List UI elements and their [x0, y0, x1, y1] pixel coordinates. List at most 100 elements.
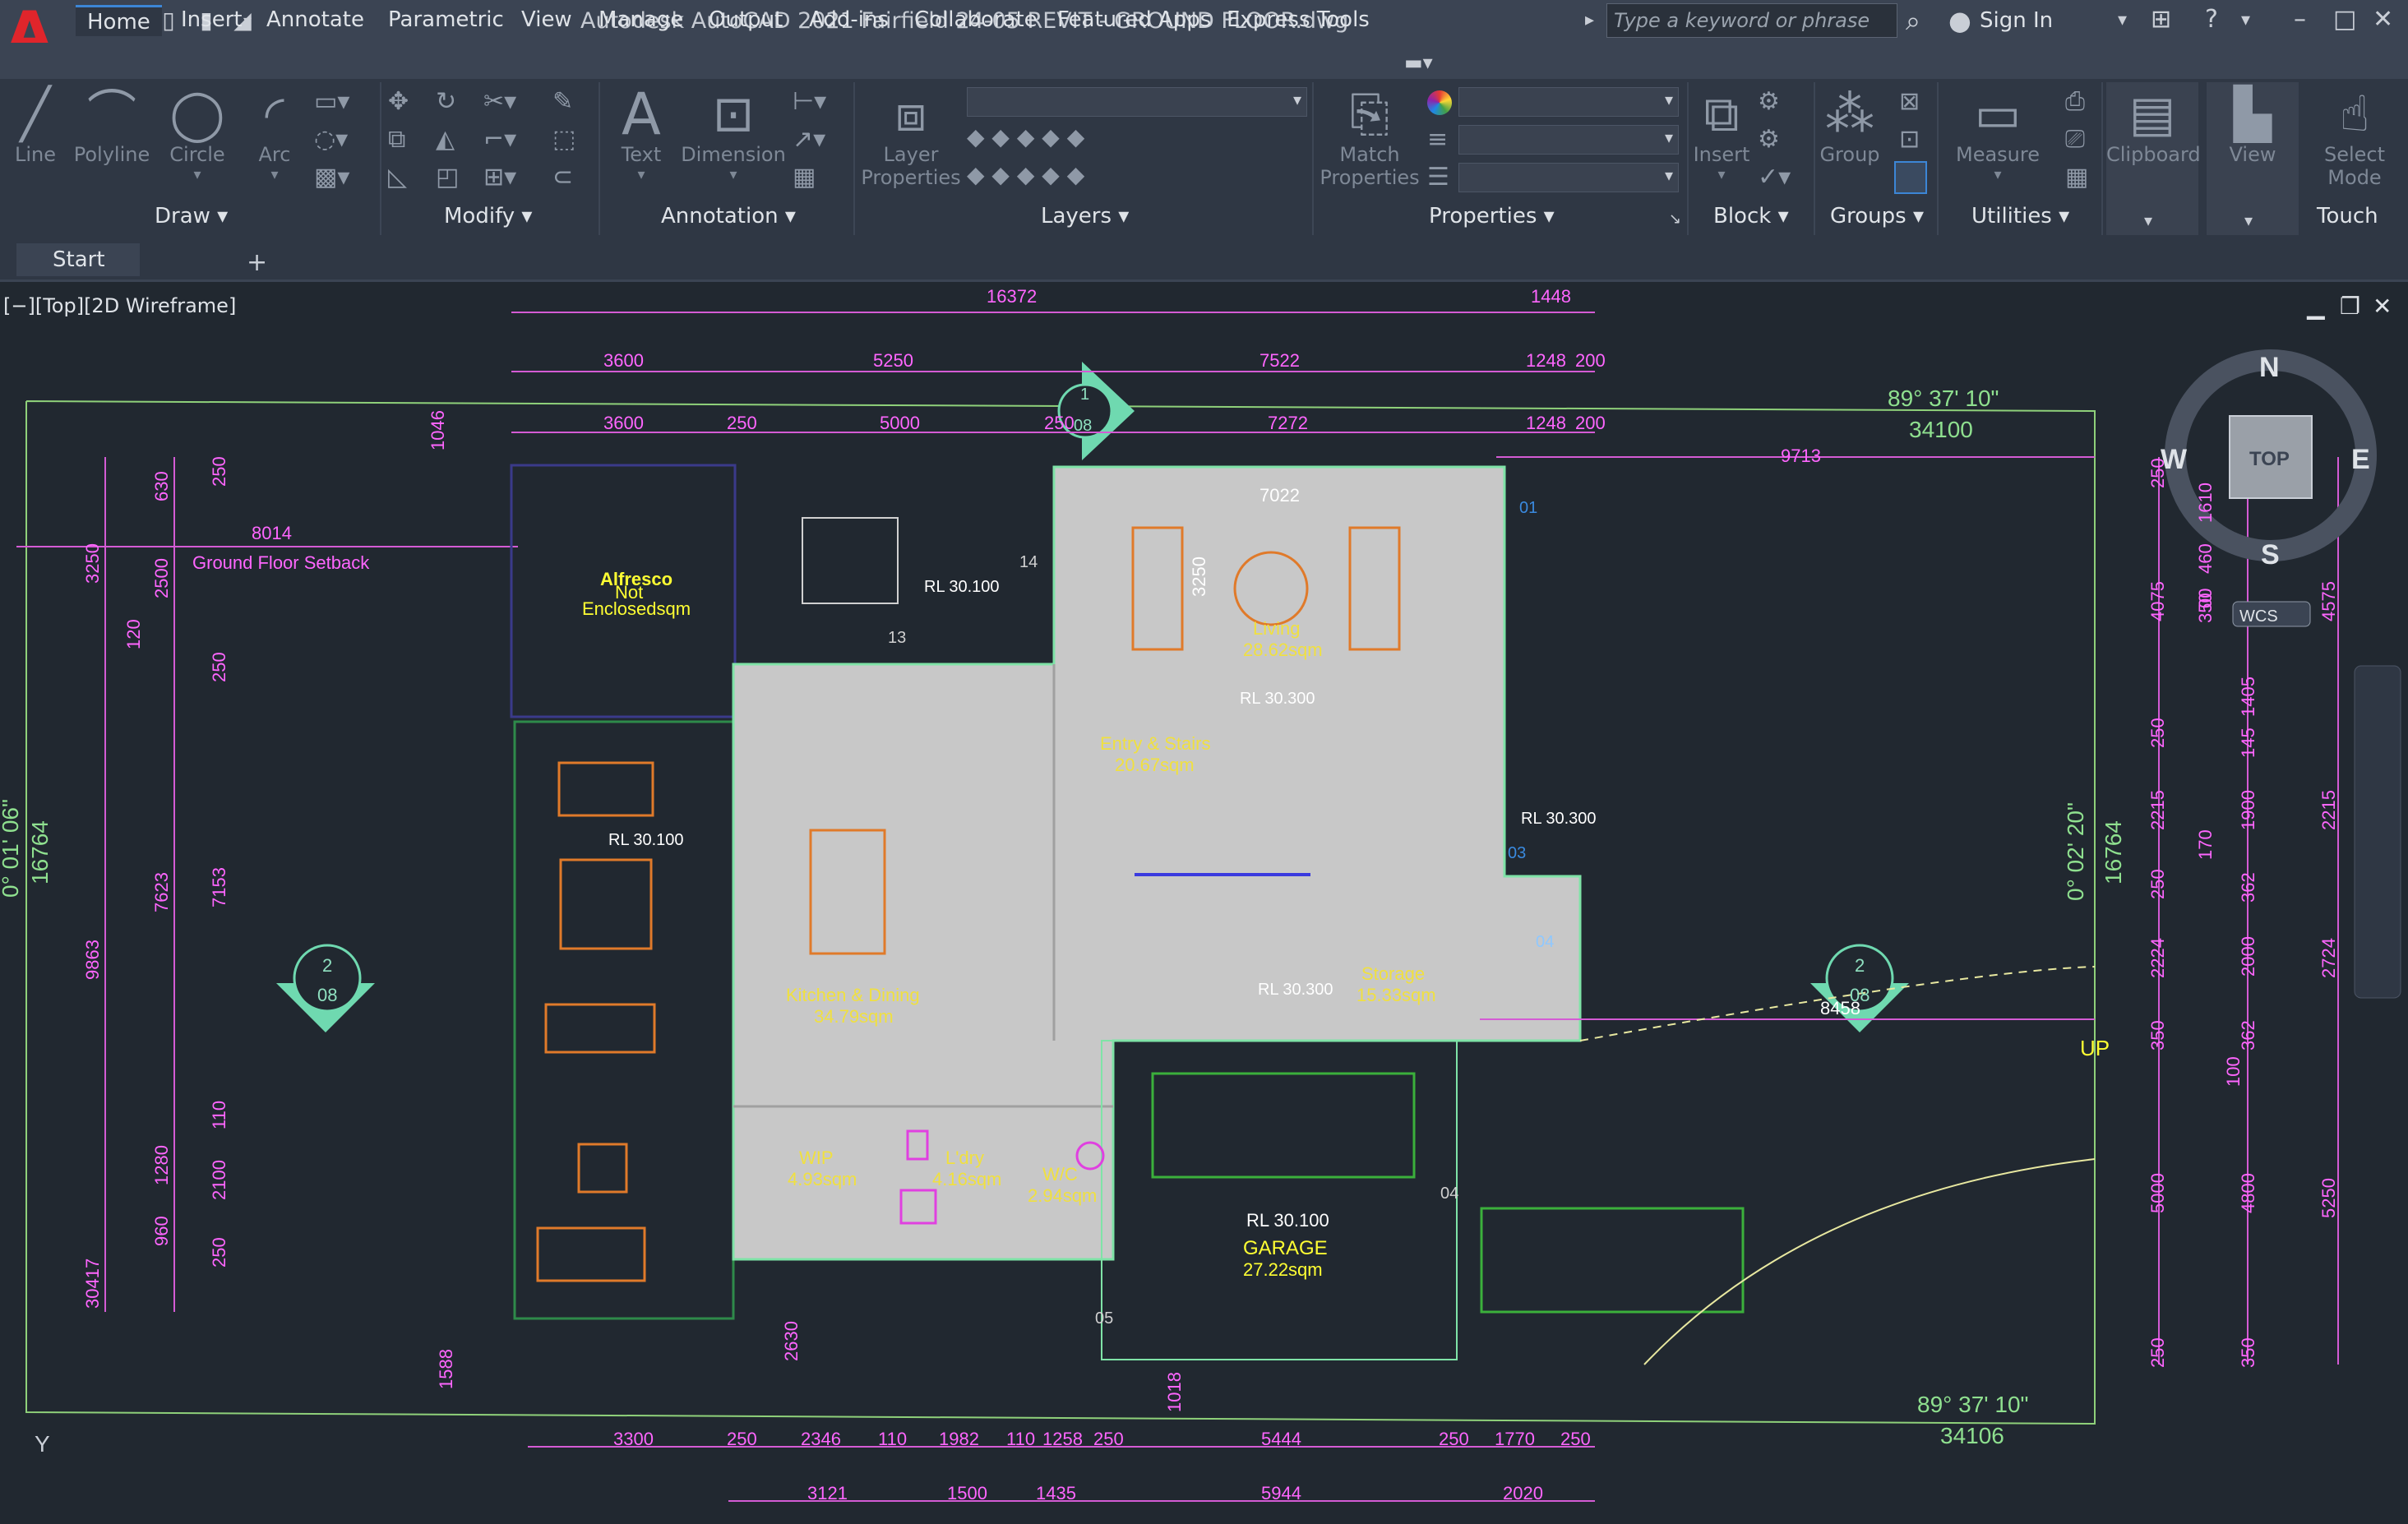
rectangle-icon[interactable]: ▭▾ — [314, 87, 349, 116]
viewcube-west[interactable]: W — [2161, 444, 2188, 475]
layer-dropdown[interactable]: ▾ — [967, 87, 1307, 117]
tab-manage[interactable]: Manage — [587, 5, 695, 36]
tab-collaborate[interactable]: Collaborate — [903, 5, 1049, 36]
linear-dim-icon[interactable]: ⊢▾ — [793, 87, 826, 116]
edit-block-icon[interactable]: ⚙ — [1758, 125, 1780, 154]
chevron-down-icon[interactable]: ▾ — [2244, 210, 2253, 230]
clipboard-button[interactable]: ▤ Clipboard — [2106, 85, 2201, 166]
groups-panel-title[interactable]: Groups ▾ — [1830, 204, 1924, 229]
hatch-icon[interactable]: ◌▾ — [314, 125, 348, 154]
layers-panel-title[interactable]: Layers ▾ — [1041, 204, 1129, 229]
floor-plan-drawing[interactable]: Alfresco Not Enclosedsqm Living 28.62sqm… — [0, 284, 2408, 1524]
help-icon[interactable]: ? — [2205, 5, 2218, 34]
signin-dropdown-icon[interactable]: ▾ — [2118, 10, 2127, 30]
viewport-restore-icon[interactable]: ❐ — [2340, 293, 2360, 320]
scale-icon[interactable]: ◰ — [436, 163, 459, 192]
modify-panel-title[interactable]: Modify ▾ — [444, 204, 532, 229]
line-button[interactable]: ╱ Line — [10, 85, 61, 166]
leader-icon[interactable]: ↗▾ — [793, 125, 825, 154]
tab-home[interactable]: Home — [76, 5, 162, 36]
circle-button[interactable]: ◯ Circle ▾ — [164, 85, 230, 183]
tab-output[interactable]: Output — [697, 5, 794, 36]
group-edit-icon[interactable]: ⊡ — [1899, 125, 1920, 154]
move-icon[interactable]: ✥ — [388, 87, 409, 116]
viewcube-east[interactable]: E — [2351, 444, 2370, 475]
tab-parametric[interactable]: Parametric — [377, 5, 515, 36]
color-wheel-icon[interactable] — [1427, 90, 1452, 115]
calculator-icon[interactable]: ▦ — [2065, 163, 2088, 192]
create-block-icon[interactable]: ⚙ — [1758, 87, 1780, 116]
block-panel-title[interactable]: Block ▾ — [1713, 204, 1789, 229]
touch-panel-title[interactable]: Touch — [2317, 204, 2378, 229]
viewport-minimize-icon[interactable]: ▁ — [2307, 293, 2325, 320]
utilities-panel-title[interactable]: Utilities ▾ — [1971, 204, 2069, 229]
fillet-icon[interactable]: ⌐▾ — [483, 125, 516, 154]
viewcube-top-label[interactable]: TOP — [2249, 448, 2290, 470]
group-button[interactable]: ⁂ Group — [1817, 85, 1883, 166]
viewport-close-icon[interactable]: ✕ — [2373, 293, 2392, 320]
lineweight-icon[interactable]: ≡ — [1427, 125, 1448, 154]
insert-block-button[interactable]: ⧉ Insert ▾ — [1690, 85, 1753, 183]
quick-select-icon[interactable]: ⎚ — [2065, 125, 2085, 154]
tab-annotate[interactable]: Annotate — [255, 5, 376, 36]
color-dropdown[interactable]: ▾ — [1458, 87, 1679, 117]
start-tab[interactable]: Start — [16, 243, 140, 276]
user-icon[interactable]: ● — [1948, 5, 1971, 36]
group-select-toggle[interactable] — [1894, 161, 1927, 194]
arc-button[interactable]: ◜ Arc ▾ — [243, 85, 306, 183]
draw-panel-title[interactable]: Draw ▾ — [155, 204, 228, 229]
measure-button[interactable]: ▭ Measure ▾ — [1944, 85, 2052, 183]
id-point-icon[interactable]: ⎙ — [2065, 87, 2085, 116]
properties-panel-title[interactable]: Properties ▾ — [1429, 204, 1555, 229]
copy-icon[interactable]: ⧉ — [388, 125, 405, 154]
annotation-panel-title[interactable]: Annotation ▾ — [661, 204, 796, 229]
panel-launcher-icon[interactable]: ↘ — [1669, 210, 1681, 228]
erase-icon[interactable]: ✎ — [552, 87, 573, 116]
block-attrib-icon[interactable]: ✓▾ — [1758, 163, 1791, 192]
match-properties-button[interactable]: ⎘ Match Properties — [1315, 85, 1424, 189]
minimize-icon[interactable]: – — [2294, 5, 2306, 34]
maximize-icon[interactable]: □ — [2333, 5, 2356, 34]
tab-insert[interactable]: Insert — [169, 5, 254, 36]
tab-featured-apps[interactable]: Featured Apps — [1046, 5, 1222, 36]
tab-express-tools[interactable]: Express Tools — [1215, 5, 1381, 36]
lineweight-dropdown[interactable]: ▾ — [1458, 125, 1679, 155]
sign-in-button[interactable]: Sign In — [1980, 8, 2053, 33]
layer-tools-row2-icon[interactable]: ◆ ◆ ◆ ◆ ◆ — [967, 161, 1084, 188]
new-tab-button[interactable]: + — [247, 248, 267, 277]
select-mode-button[interactable]: ☝ Select Mode — [2305, 85, 2404, 189]
viewport-controls-label[interactable]: [−][Top][2D Wireframe] — [3, 294, 236, 317]
text-button[interactable]: A Text ▾ — [605, 85, 677, 183]
explode-icon[interactable]: ⬚ — [552, 125, 575, 154]
search-expand-icon[interactable]: ▸ — [1585, 10, 1594, 30]
tab-add-ins[interactable]: Add-ins — [797, 5, 900, 36]
search-icon[interactable]: ⌕ — [1906, 5, 1920, 37]
linetype-icon[interactable]: ☰ — [1427, 163, 1449, 192]
stretch-icon[interactable]: ◺ — [388, 163, 407, 192]
trim-icon[interactable]: ✂▾ — [483, 87, 516, 116]
ribbon-toggle-icon[interactable]: ▬▾ — [1404, 51, 1433, 74]
layer-properties-button[interactable]: ⧈ Layer Properties — [860, 85, 962, 189]
linetype-dropdown[interactable]: ▾ — [1458, 163, 1679, 192]
chevron-down-icon[interactable]: ▾ — [2144, 210, 2152, 230]
viewcube-north[interactable]: N — [2259, 352, 2280, 383]
rotate-icon[interactable]: ↻ — [436, 87, 456, 116]
cart-icon[interactable]: ⊞ — [2151, 5, 2171, 34]
mirror-icon[interactable]: ◭ — [436, 125, 455, 154]
polyline-button[interactable]: ⌒ Polyline — [71, 85, 153, 166]
ungroup-icon[interactable]: ⊠ — [1899, 87, 1920, 116]
offset-icon[interactable]: ⊂ — [552, 163, 573, 192]
help-dropdown-icon[interactable]: ▾ — [2241, 10, 2250, 30]
tab-view[interactable]: View — [510, 5, 584, 36]
close-icon[interactable]: ✕ — [2373, 5, 2393, 34]
layer-tools-row1-icon[interactable]: ◆ ◆ ◆ ◆ ◆ — [967, 123, 1084, 150]
wcs-label[interactable]: WCS — [2239, 607, 2278, 626]
view-button[interactable]: ▙ View — [2207, 85, 2299, 166]
gradient-icon[interactable]: ▩▾ — [314, 163, 349, 192]
dimension-button[interactable]: ⊡ Dimension ▾ — [679, 85, 788, 183]
table-icon[interactable]: ▦ — [793, 163, 816, 192]
viewcube-south[interactable]: S — [2261, 539, 2280, 570]
dimension-text: 250 — [727, 1429, 757, 1449]
search-input[interactable]: Type a keyword or phrase — [1606, 3, 1897, 38]
array-icon[interactable]: ⊞▾ — [483, 163, 516, 192]
